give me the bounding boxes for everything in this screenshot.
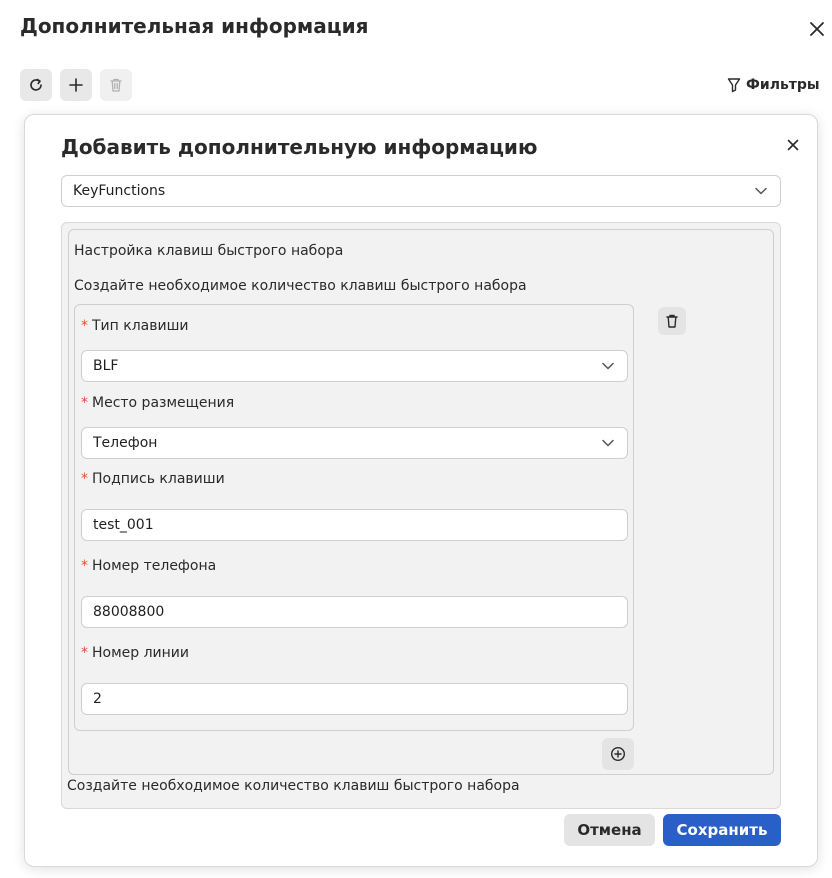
trash-icon <box>110 78 122 92</box>
plus-circle-icon <box>610 746 626 762</box>
page-title: Дополнительная информация <box>20 14 369 38</box>
refresh-icon <box>30 78 42 91</box>
required-marker: * <box>81 645 88 661</box>
chevron-down-icon <box>601 436 615 450</box>
section-description: Создайте необходимое количество клавиш б… <box>74 278 527 294</box>
close-icon <box>810 22 824 36</box>
chevron-down-icon <box>754 184 768 198</box>
phone-number-input[interactable]: 88008800 <box>81 596 628 628</box>
key-type-select[interactable]: BLF <box>81 350 628 382</box>
key-settings-panel: Настройка клавиш быстрого набора Создайт… <box>61 222 781 809</box>
info-type-select[interactable]: KeyFunctions <box>61 175 781 207</box>
add-button[interactable] <box>60 69 92 101</box>
cancel-button[interactable]: Отмена <box>564 814 655 846</box>
footer-hint: Создайте необходимое количество клавиш б… <box>67 778 520 794</box>
delete-button[interactable] <box>100 69 132 101</box>
save-button[interactable]: Сохранить <box>663 814 781 846</box>
section-title: Настройка клавиш быстрого набора <box>74 243 344 259</box>
speed-dial-key-card: * Тип клавиши BLF * Место размещения Телеф… <box>74 304 634 731</box>
required-marker: * <box>81 558 88 574</box>
modal-title: Добавить дополнительную информацию <box>61 135 538 159</box>
delete-key-button[interactable] <box>658 307 686 335</box>
line-number-label: * Номер линии <box>81 645 190 661</box>
filter-icon <box>727 78 741 93</box>
line-number-input[interactable]: 2 <box>81 683 628 715</box>
filters-label: Фильтры <box>746 77 820 93</box>
close-modal-button[interactable] <box>783 135 803 155</box>
key-type-value: BLF <box>93 358 119 374</box>
refresh-button[interactable] <box>20 69 52 101</box>
add-info-modal: Добавить дополнительную информацию KeyFu… <box>24 114 818 867</box>
filters-button[interactable]: Фильтры <box>727 75 820 95</box>
key-caption-input[interactable]: test_001 <box>81 509 628 541</box>
required-marker: * <box>81 395 88 411</box>
plus-icon <box>69 78 83 92</box>
chevron-down-icon <box>601 359 615 373</box>
placement-label: * Место размещения <box>81 395 235 411</box>
required-marker: * <box>81 471 88 487</box>
phone-number-label: * Номер телефона <box>81 558 217 574</box>
placement-select[interactable]: Телефон <box>81 427 628 459</box>
placement-value: Телефон <box>93 435 158 451</box>
key-caption-label: * Подпись клавиши <box>81 471 225 487</box>
close-page-button[interactable] <box>806 18 828 40</box>
key-settings-inner-panel: Настройка клавиш быстрого набора Создайт… <box>68 229 774 775</box>
info-type-value: KeyFunctions <box>73 183 166 199</box>
page: Дополнительная информация Фильтры Добави… <box>0 0 832 878</box>
key-type-label: * Тип клавиши <box>81 318 189 334</box>
trash-icon <box>666 314 678 328</box>
add-key-button[interactable] <box>602 738 634 770</box>
close-icon <box>787 139 799 151</box>
required-marker: * <box>81 318 88 334</box>
